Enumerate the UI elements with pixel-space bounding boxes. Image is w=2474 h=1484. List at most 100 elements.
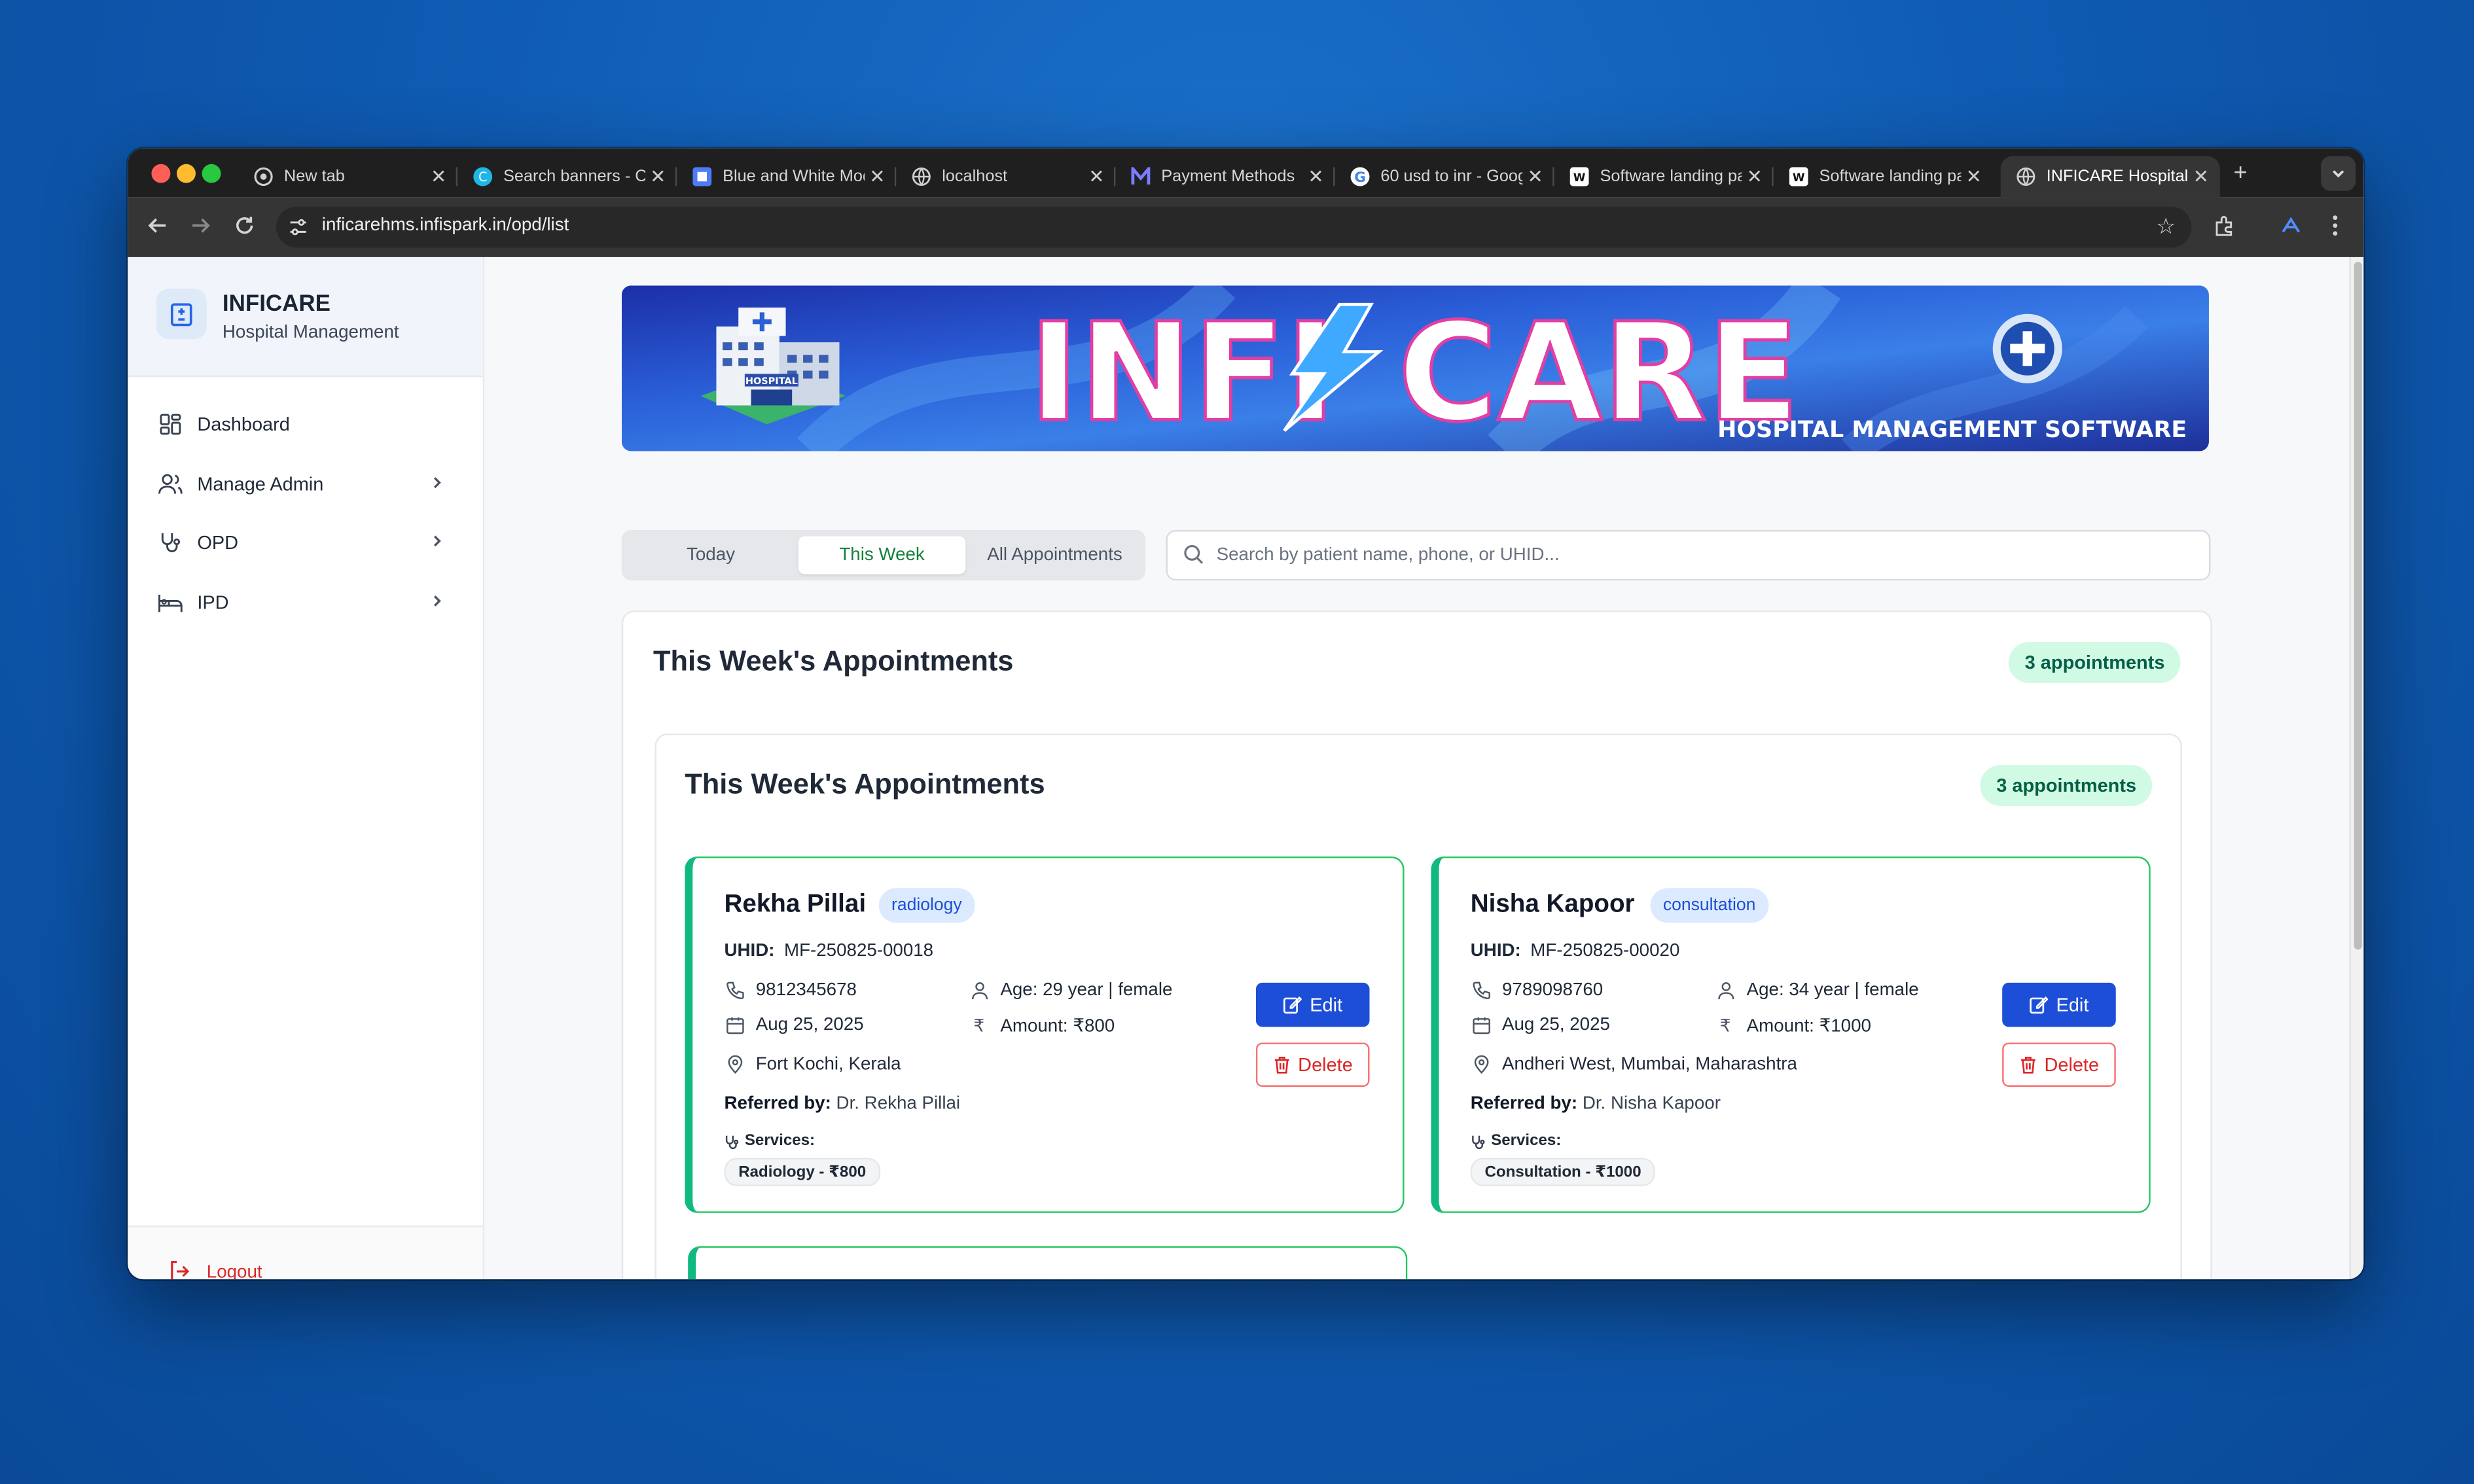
close-tab-icon[interactable]: ✕: [2189, 166, 2214, 188]
tab-search-button[interactable]: [2321, 156, 2356, 191]
edit-button[interactable]: Edit: [2002, 982, 2116, 1027]
logout-icon: [169, 1260, 191, 1280]
stethoscope-icon: [158, 530, 183, 556]
banner-subtitle: HOSPITAL MANAGEMENT SOFTWARE: [1717, 417, 2187, 443]
address: Andheri West, Mumbai, Maharashtra: [1501, 1054, 1797, 1074]
tab-title: Software landing page: [1819, 167, 1962, 186]
browser-tab[interactable]: Payment Methods ✕: [1115, 156, 1335, 198]
svg-text:G: G: [1354, 169, 1366, 186]
address-bar[interactable]: inficarehms.infispark.in/opd/list ☆: [276, 206, 2192, 248]
chevron-right-icon: [429, 592, 452, 614]
sidebar-item-label: OPD: [197, 531, 239, 554]
logout-button[interactable]: Logout: [128, 1226, 483, 1280]
sidebar-item-label: IPD: [197, 592, 229, 614]
maximize-window-button[interactable]: [202, 164, 221, 183]
edit-icon: [1283, 996, 1302, 1014]
delete-button[interactable]: Delete: [2002, 1042, 2116, 1087]
browser-tab[interactable]: G 60 usd to inr - Google Search ✕: [1335, 156, 1554, 198]
logout-label: Logout: [206, 1263, 262, 1280]
close-tab-icon[interactable]: ✕: [645, 166, 671, 188]
sidebar-item-ipd[interactable]: IPD: [128, 579, 482, 626]
tab-title: INFICARE Hospital Management: [2046, 167, 2189, 186]
close-tab-icon[interactable]: ✕: [1084, 166, 1109, 188]
age-row: Age: 29 year | female: [969, 980, 1172, 1000]
uhid: UHID: MF-250825-00018: [725, 942, 934, 961]
service-pill: Consultation - ₹1000: [1470, 1157, 1656, 1186]
svg-text:W: W: [1573, 171, 1586, 184]
close-window-button[interactable]: [151, 164, 171, 183]
list-title: This Week's Appointments: [685, 768, 1045, 800]
users-icon: [158, 472, 183, 497]
more-menu-icon[interactable]: [2323, 213, 2348, 238]
service-tag: consultation: [1650, 888, 1768, 923]
close-tab-icon[interactable]: ✕: [1522, 166, 1548, 188]
close-tab-icon[interactable]: ✕: [1962, 166, 1987, 188]
browser-tab[interactable]: C Search banners - Canva ✕: [457, 156, 677, 198]
location-pin-icon: [725, 1053, 745, 1074]
stethoscope-icon: [1472, 1135, 1485, 1148]
extensions-icon[interactable]: [2212, 213, 2238, 238]
close-tab-icon[interactable]: ✕: [1303, 166, 1329, 188]
sidebar-item-manage-admin[interactable]: Manage Admin: [128, 461, 482, 508]
appointment-card: Nisha Kapoor consultation UHID: MF-250825…: [1431, 857, 2151, 1213]
site-settings-icon[interactable]: [289, 218, 308, 237]
browser-tab[interactable]: W Software landing page ✕: [1774, 156, 1993, 198]
referred-by: Referred by: Dr. Rekha Pillai: [725, 1095, 961, 1114]
close-tab-icon[interactable]: ✕: [865, 166, 890, 188]
close-tab-icon[interactable]: ✕: [426, 166, 452, 188]
address: Fort Kochi, Kerala: [755, 1054, 901, 1074]
delete-button[interactable]: Delete: [1255, 1042, 1370, 1087]
edit-button[interactable]: Edit: [1255, 982, 1370, 1027]
tab-title: Blue and White Modern: [723, 167, 865, 186]
bookmark-star-icon[interactable]: ☆: [2156, 213, 2176, 239]
person-icon: [969, 980, 989, 1000]
tab-today[interactable]: Today: [628, 537, 793, 574]
browser-tab-active[interactable]: INFICARE Hospital Management ✕: [2000, 156, 2220, 198]
search-input[interactable]: Search by patient name, phone, or UHID..…: [1166, 529, 2211, 581]
profile-icon[interactable]: [2278, 213, 2304, 238]
close-tab-icon[interactable]: ✕: [1742, 166, 1767, 188]
forward-button[interactable]: [186, 211, 214, 239]
brand-name: INFICARE: [222, 291, 331, 317]
tab-strip: New tab ✕ C Search banners - Canva ✕ Blu…: [128, 148, 2364, 198]
reload-button[interactable]: [230, 211, 259, 239]
browser-tab[interactable]: New tab ✕: [238, 156, 458, 198]
calendar-icon: [725, 1014, 745, 1034]
new-tab-button[interactable]: +: [2226, 159, 2254, 186]
browser-tab[interactable]: localhost ✕: [896, 156, 1116, 198]
main-area: HOSPITAL INFI CARE HOSPITAL MANAGEMENT S…: [483, 257, 2345, 1280]
browser-tab[interactable]: Blue and White Modern ✕: [677, 156, 897, 198]
uhid: UHID: MF-250825-00020: [1471, 942, 1680, 961]
address-row: Andheri West, Mumbai, Maharashtra: [1471, 1053, 1797, 1074]
uhid-label: UHID:: [1470, 942, 1521, 961]
minimize-window-button[interactable]: [176, 164, 196, 183]
back-button[interactable]: [143, 211, 171, 239]
service-pill: Radiology - ₹800: [724, 1157, 880, 1186]
patient-name: Rekha Pillai: [724, 891, 867, 919]
trash-icon: [1274, 1057, 1289, 1074]
phone-icon: [725, 980, 745, 1000]
sidebar: INFICARE Hospital Management Dashboard M…: [128, 256, 485, 1280]
sidebar-item-label: Manage Admin: [197, 473, 324, 495]
referred-label: Referred by:: [724, 1095, 831, 1114]
tab-title: localhost: [942, 167, 1008, 186]
dashboard-icon: [158, 412, 183, 437]
chrome-icon: [254, 167, 273, 186]
google-icon: G: [1350, 167, 1370, 186]
address-row: Fort Kochi, Kerala: [725, 1053, 901, 1074]
tab-this-week[interactable]: This Week: [798, 536, 966, 574]
bed-icon: [158, 590, 183, 616]
sidebar-item-dashboard[interactable]: Dashboard: [128, 400, 482, 448]
svg-text:HOSPITAL: HOSPITAL: [745, 376, 798, 387]
page-scrollbar[interactable]: [2349, 256, 2364, 1280]
tab-title: New tab: [283, 167, 345, 186]
browser-toolbar: inficarehms.infispark.in/opd/list ☆: [128, 197, 2364, 257]
uhid-value: MF-250825-00018: [784, 942, 934, 961]
sidebar-item-opd[interactable]: OPD: [128, 519, 482, 566]
appointment-card-partial: [688, 1246, 1408, 1280]
date-row: Aug 25, 2025: [1471, 1014, 1610, 1034]
browser-tab[interactable]: W Software landing page ✕: [1554, 156, 1774, 198]
scrollbar-thumb[interactable]: [2354, 262, 2362, 950]
tab-all-appointments[interactable]: All Appointments: [971, 537, 1139, 574]
webflow-icon: W: [1569, 167, 1589, 186]
